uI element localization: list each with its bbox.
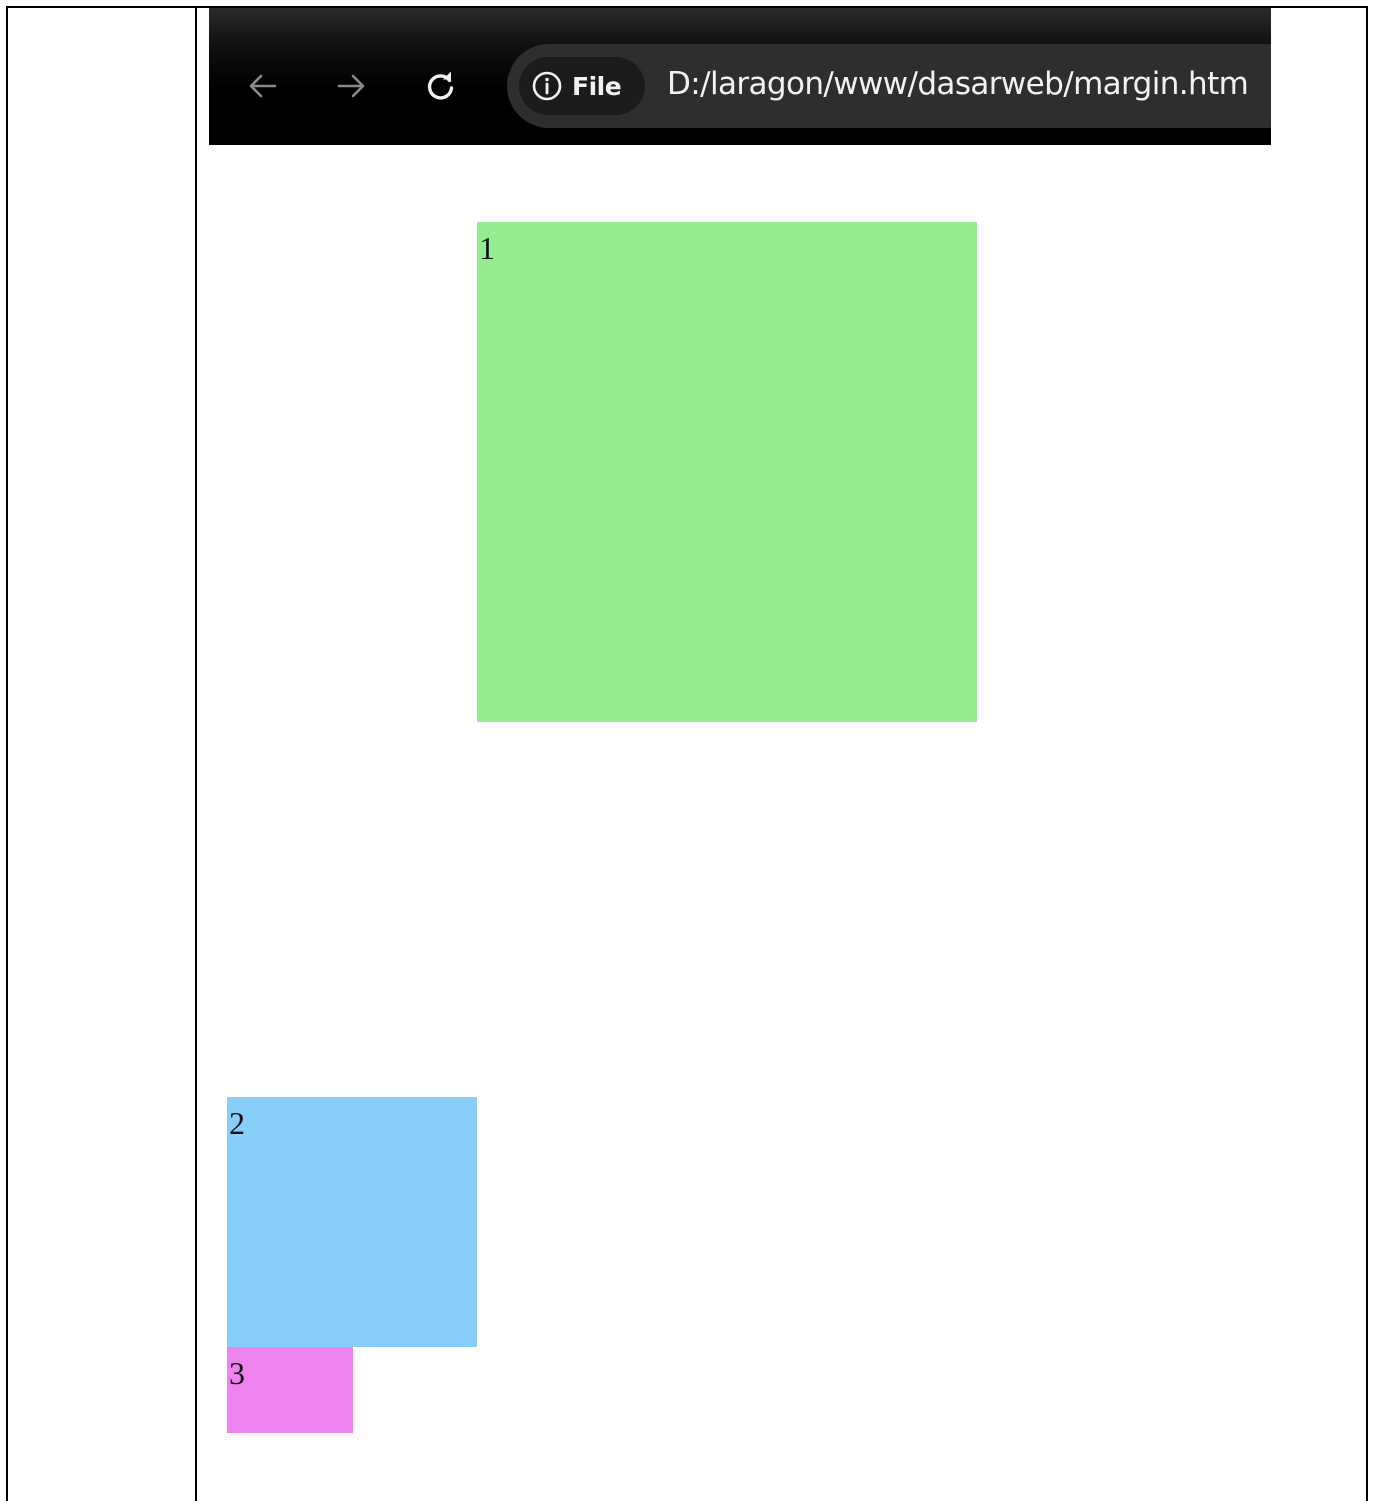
box-label: 2 bbox=[229, 1105, 245, 1141]
reload-icon bbox=[427, 71, 454, 100]
demo-box-3: 3 bbox=[227, 1347, 353, 1433]
demo-box-2: 2 bbox=[227, 1097, 477, 1347]
arrow-right-icon bbox=[337, 74, 365, 98]
site-info-label: File bbox=[572, 71, 622, 101]
box-label: 3 bbox=[229, 1355, 245, 1391]
address-bar[interactable]: File D:/laragon/www/dasarweb/margin.htm bbox=[507, 44, 1271, 128]
browser-toolbar: File D:/laragon/www/dasarweb/margin.htm bbox=[209, 8, 1271, 145]
table-column-divider bbox=[195, 6, 197, 1501]
reload-button[interactable] bbox=[421, 66, 461, 106]
demo-box-1: 1 bbox=[477, 222, 977, 722]
site-info-chip[interactable]: File bbox=[519, 57, 645, 115]
url-text[interactable]: D:/laragon/www/dasarweb/margin.htm bbox=[667, 66, 1249, 102]
box-label: 1 bbox=[479, 230, 495, 266]
info-circle-icon bbox=[531, 70, 563, 102]
forward-button[interactable] bbox=[331, 66, 371, 106]
back-button[interactable] bbox=[243, 66, 283, 106]
arrow-left-icon bbox=[249, 74, 277, 98]
